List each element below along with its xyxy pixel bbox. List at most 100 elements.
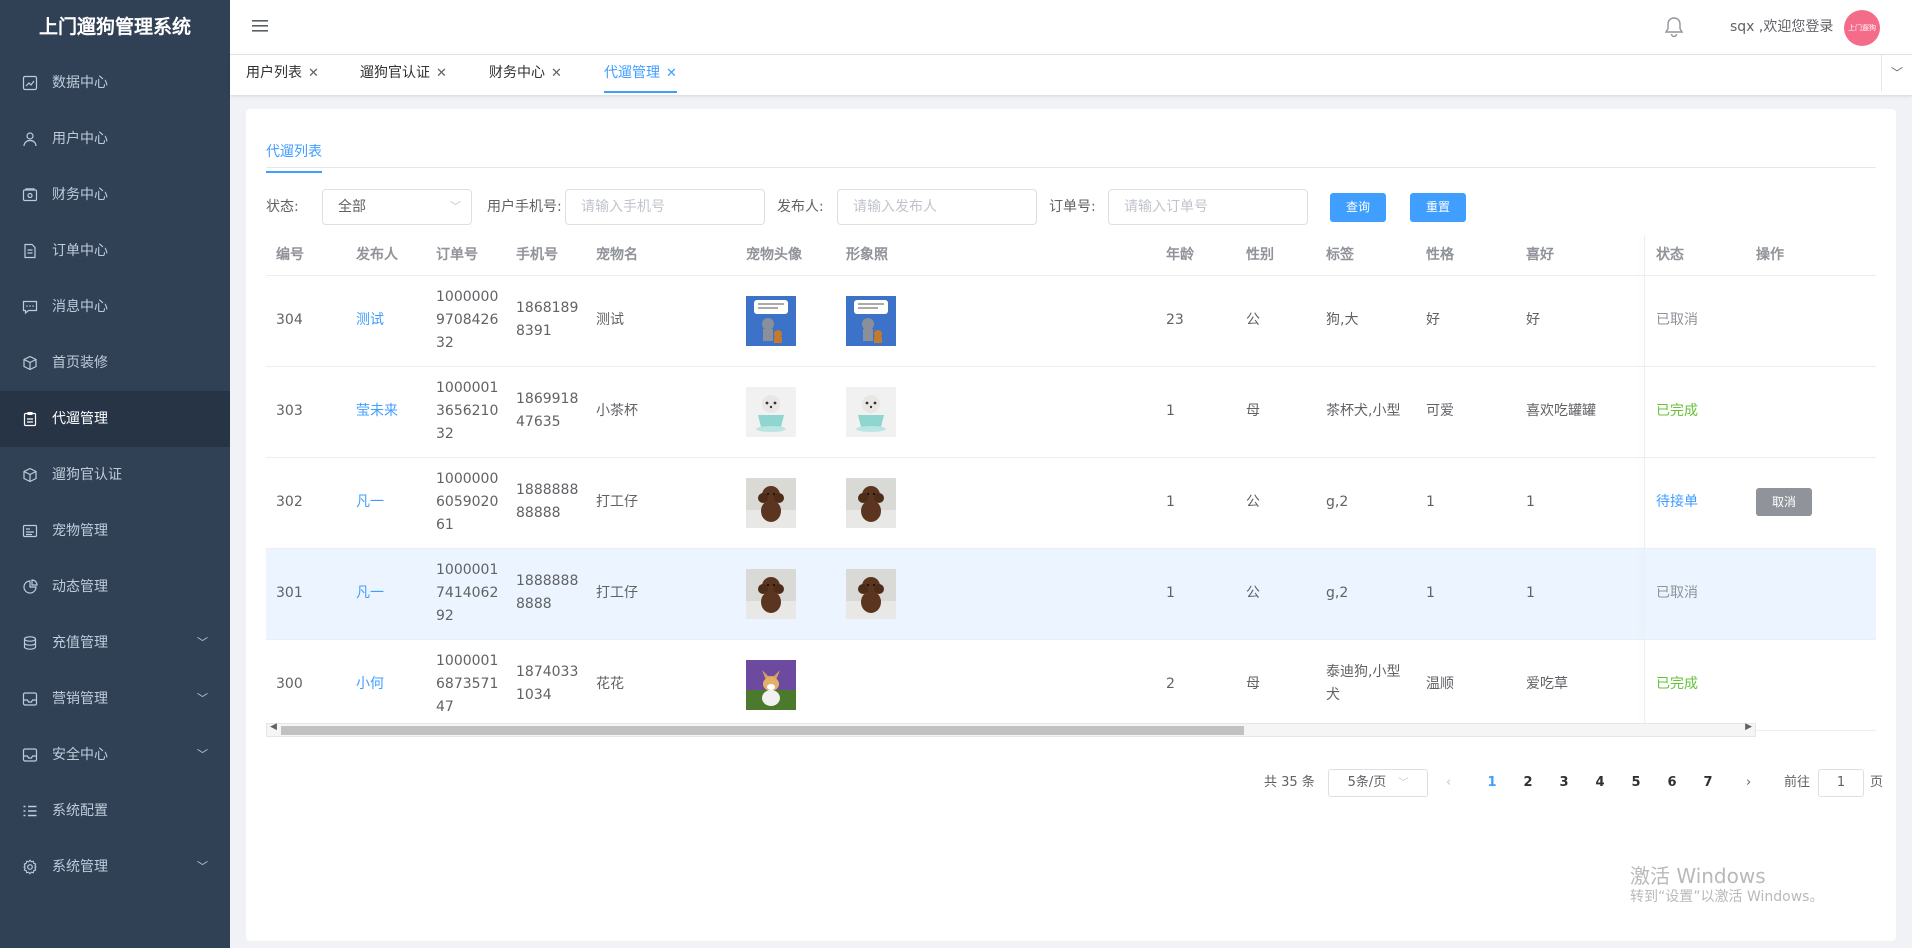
cell-publisher[interactable]: 凡一 (356, 582, 384, 605)
cell-id: 300 (276, 676, 303, 692)
horizontal-scrollbar[interactable]: ◀ ▶ (266, 722, 1756, 737)
table-row[interactable]: 302 凡一 1000000 6059020 61 1888888 88888 打工仔 1 公 g,… (266, 458, 1876, 549)
cell-status: 待接单 (1656, 494, 1698, 510)
scroll-right-icon[interactable]: ▶ (1745, 722, 1752, 732)
sidebar-item[interactable]: 系统管理 ﹀ (0, 839, 230, 895)
page-size-select[interactable]: 5条/页 ﹀ (1328, 769, 1428, 797)
cell-personality: 可爱 (1426, 403, 1454, 419)
sidebar-item-label: 用户中心 (52, 131, 108, 147)
prev-page-icon[interactable]: ‹ (1446, 769, 1451, 797)
sidebar-item-label: 首页装修 (52, 355, 108, 371)
page-number[interactable]: 7 (1693, 769, 1723, 797)
table-row[interactable]: 300 小何 1000001 6873571 47 1874033 1034 花花 2 母 泰迪狗,… (266, 640, 1876, 731)
pet-photo-image[interactable] (846, 387, 896, 437)
scroll-left-icon[interactable]: ◀ (270, 722, 277, 732)
pet-avatar-image[interactable] (746, 478, 796, 528)
pet-avatar-image[interactable] (746, 296, 796, 346)
sidebar-item-label: 安全中心 (52, 747, 108, 763)
sidebar-item[interactable]: 营销管理 ﹀ (0, 671, 230, 727)
close-icon[interactable]: ✕ (666, 66, 677, 81)
cell-tags: g,2 (1326, 494, 1349, 510)
sidebar-item[interactable]: 安全中心 ﹀ (0, 727, 230, 783)
pet-photo-image[interactable] (846, 478, 896, 528)
table-row[interactable]: 303 莹未来 1000001 3656210 32 1869918 47635 小茶杯 1 母 茶… (266, 367, 1876, 458)
fixed-column-divider (1644, 235, 1645, 735)
main-card: 代遛列表 状态: 全部 ﹀ 用户手机号: 发布人: 订单号: 查询 重置 编号 发… (246, 109, 1896, 941)
status-select[interactable]: 全部 ﹀ (322, 189, 472, 225)
cell-tags: 茶杯犬,小型 (1326, 403, 1401, 419)
close-icon[interactable]: ✕ (436, 66, 447, 81)
page-number[interactable]: 2 (1513, 769, 1543, 797)
search-button[interactable]: 查询 (1330, 193, 1386, 222)
goto-page-input[interactable]: 1 (1818, 769, 1864, 797)
page-number[interactable]: 6 (1657, 769, 1687, 797)
tray-icon (22, 691, 38, 707)
sidebar-item[interactable]: 用户中心 (0, 111, 230, 167)
column-header: 喜好 (1526, 247, 1554, 263)
chart-icon (22, 75, 38, 91)
page-number[interactable]: 5 (1621, 769, 1651, 797)
cell-pet-name: 打工仔 (596, 585, 638, 601)
publisher-input[interactable] (837, 189, 1037, 225)
sidebar-item[interactable]: 订单中心 (0, 223, 230, 279)
tags-dropdown-icon[interactable]: ﹀ (1881, 55, 1912, 91)
sidebar-item[interactable]: 消息中心 (0, 279, 230, 335)
column-header: 发布人 (356, 247, 398, 263)
tag-user-list[interactable]: 用户列表 ✕ (246, 55, 319, 91)
sidebar-item-label: 系统管理 (52, 859, 108, 875)
cell-phone: 8391 (516, 323, 552, 339)
cell-publisher[interactable]: 小何 (356, 673, 384, 696)
pet-photo-image[interactable] (846, 569, 896, 619)
tab-walking-list[interactable]: 代遛列表 (266, 141, 322, 173)
cancel-order-button[interactable]: 取消 (1756, 488, 1812, 516)
goto-label: 前往 (1784, 775, 1811, 790)
scrollbar-thumb[interactable] (281, 726, 1244, 735)
table-row[interactable]: 304 测试 1000000 9708426 32 1868189 8391 测试 23 公 狗,大… (266, 276, 1876, 367)
cell-pet-name: 小茶杯 (596, 403, 638, 419)
pet-avatar-image[interactable] (746, 660, 796, 710)
cell-id: 301 (276, 585, 303, 601)
tag-walker-cert[interactable]: 遛狗官认证 ✕ (360, 55, 447, 91)
sidebar-item-label: 代遛管理 (52, 411, 108, 427)
tag-walking-mgmt[interactable]: 代遛管理 ✕ (604, 55, 677, 93)
tag-label: 用户列表 (246, 65, 302, 81)
pet-photo-image[interactable] (846, 296, 896, 346)
column-header: 性别 (1246, 247, 1274, 263)
sidebar-item[interactable]: 首页装修 (0, 335, 230, 391)
hamburger-menu-icon[interactable] (250, 16, 270, 36)
avatar[interactable]: 上门遛狗 (1844, 10, 1880, 46)
cell-order-number: 3656210 (436, 403, 499, 419)
sidebar-item[interactable]: 数据中心 (0, 55, 230, 111)
cell-publisher[interactable]: 测试 (356, 309, 384, 332)
close-icon[interactable]: ✕ (308, 66, 319, 81)
sidebar-item-label: 遛狗官认证 (52, 467, 122, 483)
sidebar-item[interactable]: 财务中心 (0, 167, 230, 223)
pet-avatar-image[interactable] (746, 569, 796, 619)
tag-finance[interactable]: 财务中心 ✕ (489, 55, 562, 91)
phone-input[interactable] (565, 189, 765, 225)
bell-icon[interactable] (1662, 15, 1686, 39)
cell-publisher[interactable]: 莹未来 (356, 400, 398, 423)
close-icon[interactable]: ✕ (551, 66, 562, 81)
table-row[interactable]: 301 凡一 1000001 7414062 92 1888888 8888 打工仔 1 公 g,2… (266, 549, 1876, 640)
reset-button[interactable]: 重置 (1410, 193, 1466, 222)
sidebar-item[interactable]: 代遛管理 (0, 391, 230, 447)
cell-order-number: 32 (436, 335, 454, 351)
sidebar-item[interactable]: 充值管理 ﹀ (0, 615, 230, 671)
order-input[interactable] (1108, 189, 1308, 225)
pet-avatar-image[interactable] (746, 387, 796, 437)
page-number[interactable]: 1 (1477, 769, 1507, 797)
sidebar-item[interactable]: 宠物管理 (0, 503, 230, 559)
page-number[interactable]: 3 (1549, 769, 1579, 797)
app-logo-title: 上门遛狗管理系统 (38, 16, 191, 38)
cell-publisher[interactable]: 凡一 (356, 491, 384, 514)
goto-suffix: 页 (1870, 775, 1884, 790)
sidebar-item[interactable]: 遛狗官认证 (0, 447, 230, 503)
sidebar-item-label: 宠物管理 (52, 523, 108, 539)
sidebar-item[interactable]: 动态管理 (0, 559, 230, 615)
sidebar-item[interactable]: 系统配置 (0, 783, 230, 839)
page-number[interactable]: 4 (1585, 769, 1615, 797)
chevron-down-icon: ﹀ (197, 860, 208, 873)
next-page-icon[interactable]: › (1746, 769, 1751, 797)
order-filter-label: 订单号: (1049, 199, 1096, 215)
